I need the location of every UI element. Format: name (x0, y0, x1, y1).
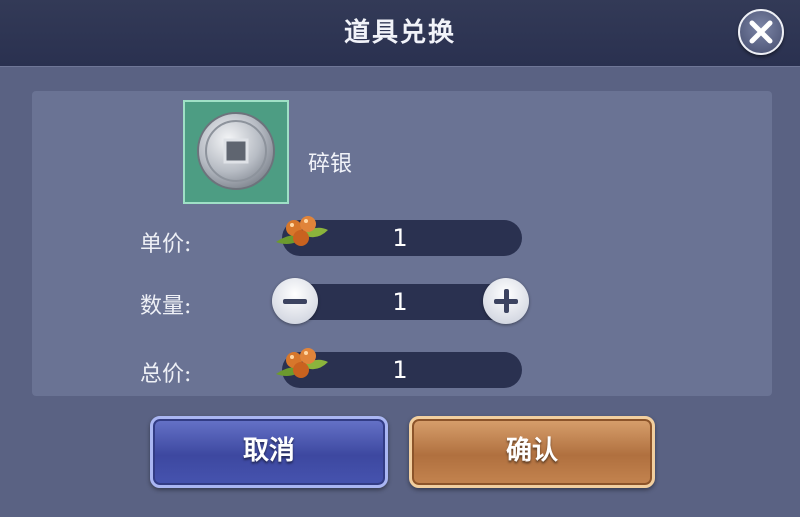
item-name: 碎银 (308, 152, 353, 177)
quantity-value[interactable]: 1 (370, 288, 430, 316)
cancel-button[interactable]: 取消 (150, 416, 388, 488)
confirm-button-label: 确认 (505, 436, 558, 466)
total-price-value: 1 (392, 356, 408, 384)
close-button[interactable] (738, 9, 784, 55)
dialog-title: 道具兑换 (343, 18, 456, 48)
berry-currency-icon (276, 348, 328, 378)
unit-price-value: 1 (392, 224, 408, 252)
unit-price-label: 单价: (140, 232, 192, 257)
confirm-button[interactable]: 确认 (409, 416, 655, 488)
quantity-label: 数量: (140, 294, 192, 319)
silver-coin-icon (197, 112, 275, 190)
increase-button[interactable] (483, 278, 529, 324)
minus-icon (283, 299, 307, 304)
cancel-button-label: 取消 (242, 436, 295, 466)
decrease-button[interactable] (272, 278, 318, 324)
berry-currency-icon (276, 216, 328, 246)
close-x-icon (749, 20, 773, 44)
total-price-label: 总价: (140, 362, 192, 387)
plus-icon (504, 289, 509, 313)
item-icon-frame (183, 100, 289, 204)
